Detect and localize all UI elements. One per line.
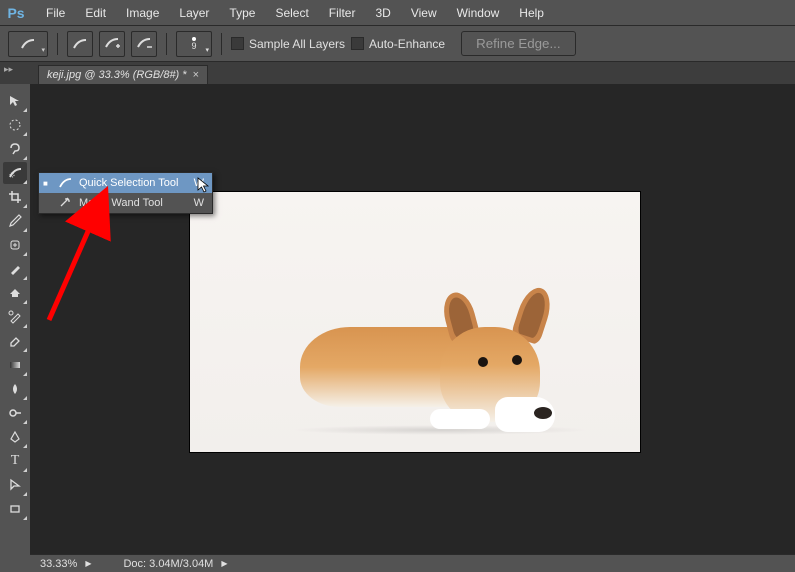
divider [166, 33, 167, 55]
flyout-magic-wand[interactable]: Magic Wand Tool W [39, 193, 212, 213]
document-tab-bar: keji.jpg @ 33.3% (RGB/8#) * × [0, 62, 795, 84]
menu-file[interactable]: File [36, 2, 75, 24]
checkbox-icon [351, 37, 364, 50]
magic-wand-icon [57, 197, 73, 209]
document-tab[interactable]: keji.jpg @ 33.3% (RGB/8#) * × [38, 65, 208, 84]
menu-select[interactable]: Select [265, 2, 318, 24]
move-tool[interactable] [3, 90, 27, 112]
selected-mark-icon: ■ [43, 179, 51, 188]
flyout-item-shortcut: W [190, 177, 208, 189]
quick-selection-icon [57, 177, 73, 189]
divider [57, 33, 58, 55]
gradient-tool[interactable] [3, 354, 27, 376]
flyout-item-shortcut: W [190, 197, 208, 209]
menu-layer[interactable]: Layer [169, 2, 219, 24]
menu-help[interactable]: Help [509, 2, 554, 24]
eraser-tool[interactable] [3, 330, 27, 352]
canvas-area[interactable] [30, 84, 795, 554]
quick-selection-tool[interactable] [3, 162, 27, 184]
healing-brush-tool[interactable] [3, 234, 27, 256]
brush-picker[interactable]: 9 ▾ [176, 31, 212, 57]
sample-all-layers-checkbox[interactable]: Sample All Layers [231, 37, 345, 51]
app-logo: Ps [4, 3, 28, 23]
options-bar: ▾ 9 ▾ Sample All Layers Auto-Enhance Ref… [0, 26, 795, 62]
type-tool[interactable]: T [3, 450, 27, 472]
brush-tool[interactable] [3, 258, 27, 280]
crop-tool[interactable] [3, 186, 27, 208]
clone-stamp-tool[interactable] [3, 282, 27, 304]
document-canvas[interactable] [190, 192, 640, 452]
path-selection-tool[interactable] [3, 474, 27, 496]
menu-edit[interactable]: Edit [75, 2, 116, 24]
divider [221, 33, 222, 55]
refine-edge-button[interactable]: Refine Edge... [461, 31, 575, 56]
document-tab-title: keji.jpg @ 33.3% (RGB/8#) * [47, 69, 187, 81]
eyedropper-tool[interactable] [3, 210, 27, 232]
flyout-item-label: Magic Wand Tool [79, 197, 184, 209]
zoom-level[interactable]: 33.33% [40, 558, 77, 570]
new-selection-button[interactable] [67, 31, 93, 57]
history-brush-tool[interactable] [3, 306, 27, 328]
menu-image[interactable]: Image [116, 2, 169, 24]
image-content [290, 287, 570, 437]
auto-enhance-label: Auto-Enhance [369, 37, 445, 51]
tools-panel: T [0, 84, 30, 520]
lasso-tool[interactable] [3, 138, 27, 160]
marquee-tool[interactable] [3, 114, 27, 136]
menu-bar: Ps File Edit Image Layer Type Select Fil… [0, 0, 795, 26]
tool-flyout-menu: ■ Quick Selection Tool W Magic Wand Tool… [38, 172, 213, 214]
menu-3d[interactable]: 3D [365, 2, 400, 24]
add-to-selection-button[interactable] [99, 31, 125, 57]
doc-size[interactable]: Doc: 3.04M/3.04M [123, 558, 213, 570]
rectangle-tool[interactable] [3, 498, 27, 520]
subtract-from-selection-button[interactable] [131, 31, 157, 57]
panel-collapse-grip[interactable]: ▸▸ [4, 64, 13, 75]
pen-tool[interactable] [3, 426, 27, 448]
checkbox-icon [231, 37, 244, 50]
menu-type[interactable]: Type [219, 2, 265, 24]
sample-all-layers-label: Sample All Layers [249, 37, 345, 51]
brush-size-label: 9 [191, 42, 196, 51]
dodge-tool[interactable] [3, 402, 27, 424]
auto-enhance-checkbox[interactable]: Auto-Enhance [351, 37, 445, 51]
menu-window[interactable]: Window [447, 2, 510, 24]
tool-preset-picker[interactable]: ▾ [8, 31, 48, 57]
menu-view[interactable]: View [401, 2, 447, 24]
menu-filter[interactable]: Filter [319, 2, 366, 24]
flyout-item-label: Quick Selection Tool [79, 177, 184, 189]
flyout-quick-selection[interactable]: ■ Quick Selection Tool W [39, 173, 212, 193]
doc-menu-icon[interactable]: ▶ [221, 559, 227, 568]
zoom-menu-icon[interactable]: ▶ [85, 559, 91, 568]
status-bar: 33.33% ▶ Doc: 3.04M/3.04M ▶ [30, 554, 795, 572]
blur-tool[interactable] [3, 378, 27, 400]
close-tab-button[interactable]: × [193, 69, 199, 81]
